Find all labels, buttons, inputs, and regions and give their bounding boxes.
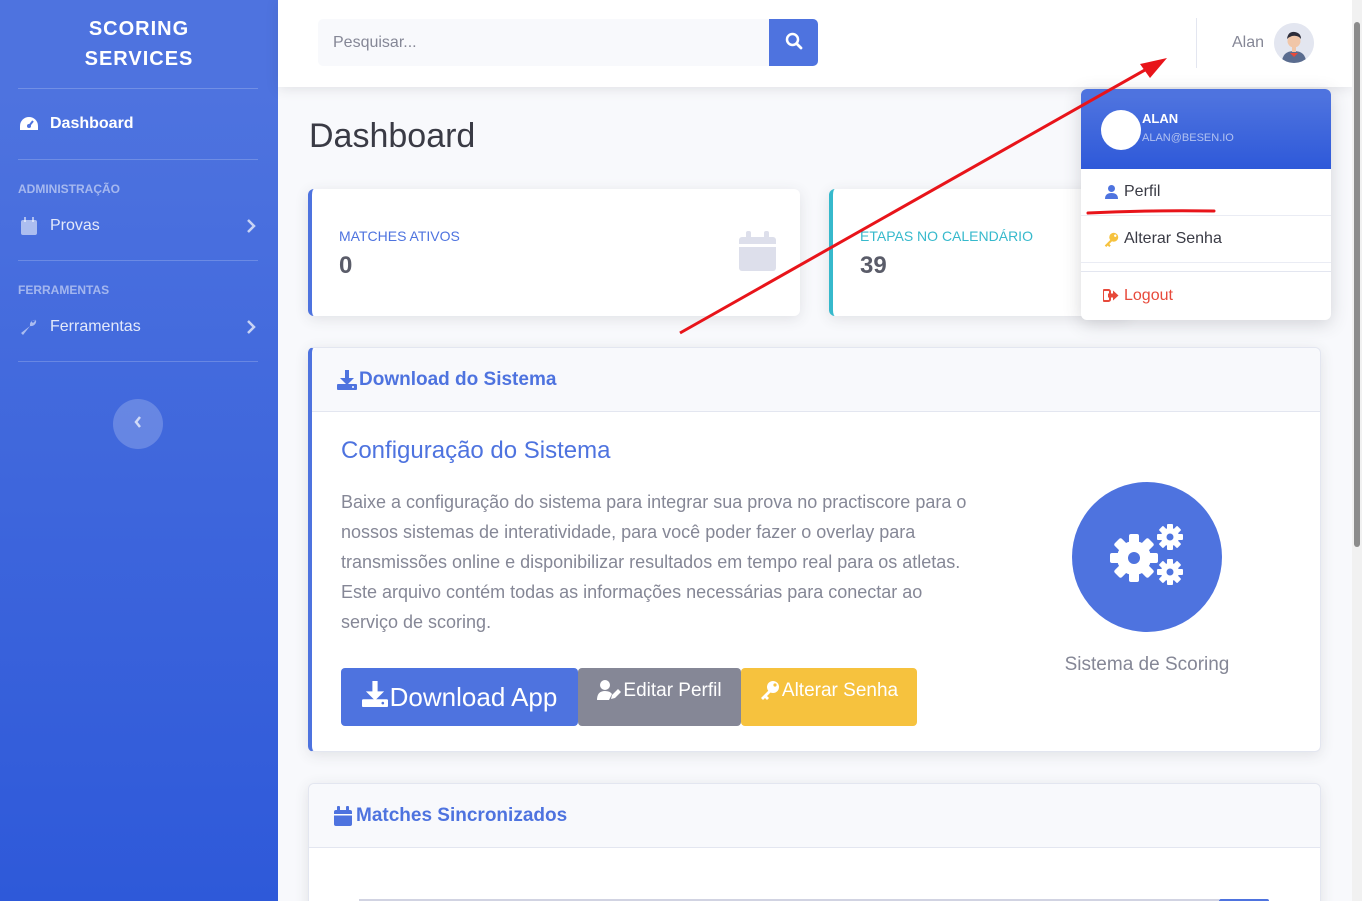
key-icon [760,680,780,706]
button-label: Editar Perfil [623,680,722,701]
matches-card: Matches Sincronizados [308,783,1321,901]
user-dropdown: ALAN ALAN@BESEN.IO Perfil Alterar Senha … [1081,89,1331,320]
sidebar-item-label: Ferramentas [50,318,141,335]
dropdown-user-name: ALAN [1142,111,1179,126]
dropdown-divider [1081,263,1331,272]
button-label: Alterar Senha [781,680,899,701]
sidebar-item-label: Provas [50,217,100,234]
calendar-icon [18,216,40,236]
stat-value: 39 [860,252,887,279]
dropdown-item-perfil[interactable]: Perfil [1081,169,1331,216]
page-title: Dashboard [309,117,476,155]
download-icon [361,680,388,714]
topbar: Alan [278,0,1352,87]
search-icon [785,32,803,53]
stat-label: MATCHES ATIVOS [339,228,460,244]
sidebar-heading-tools: FERRAMENTAS [18,283,110,297]
config-title: Configuração do Sistema [341,437,611,464]
sidebar-toggle-button[interactable] [113,399,163,449]
key-icon [1103,232,1119,247]
user-menu-toggle[interactable]: Alan [1232,22,1315,64]
dropdown-item-label: Perfil [1124,183,1161,200]
scoring-system-label: Sistema de Scoring [1064,654,1230,675]
sidebar-item-label: Dashboard [50,115,134,132]
chevron-right-icon [246,320,258,334]
chevron-right-icon [246,219,258,233]
cogs-icon [1107,522,1187,593]
dropdown-item-alterar-senha[interactable]: Alterar Senha [1081,216,1331,263]
button-label: Download App [389,681,558,712]
dropdown-item-label: Alterar Senha [1124,230,1222,247]
download-icon [337,369,357,390]
card-header: Matches Sincronizados [309,784,1320,848]
card-header: Download do Sistema [312,348,1320,412]
stat-label: ETAPAS NO CALENDÁRIO [860,228,1033,244]
scrollbar-thumb[interactable] [1354,22,1360,547]
scoring-system-badge [1072,482,1222,632]
config-description: Baixe a configuração do sistema para int… [341,492,967,632]
brand[interactable]: SCORING SERVICES [0,0,278,88]
stat-card-matches: MATCHES ATIVOS 0 [308,189,800,316]
search-input[interactable] [318,19,769,66]
stat-value: 0 [339,252,353,279]
change-password-button[interactable]: Alterar Senha [741,668,917,726]
sidebar-item-ferramentas[interactable]: Ferramentas [0,301,278,353]
brand-line-2: SERVICES [84,48,194,70]
sidebar: SCORING SERVICES Dashboard ADMINISTRAÇÃO… [0,0,278,901]
avatar [1274,23,1315,63]
dropdown-user-email: ALAN@BESEN.IO [1142,132,1234,144]
sign-out-icon [1103,289,1119,302]
chevron-left-icon [133,415,143,434]
download-card: Download do Sistema Configuração do Sist… [308,347,1321,752]
user-name: Alan [1232,34,1265,51]
tachometer-icon [18,114,40,134]
user-icon [1103,185,1119,199]
sidebar-item-dashboard[interactable]: Dashboard [0,89,278,159]
topbar-divider [1196,18,1197,68]
search-bar [318,19,818,66]
search-button[interactable] [769,19,818,66]
edit-profile-button[interactable]: Editar Perfil [578,668,741,726]
sidebar-item-provas[interactable]: Provas [0,200,278,252]
dropdown-header: ALAN ALAN@BESEN.IO [1081,89,1331,169]
sidebar-divider [18,361,258,362]
user-edit-icon [597,680,622,706]
sidebar-heading-admin: ADMINISTRAÇÃO [18,182,120,196]
calendar-icon [739,231,776,276]
avatar [1101,110,1141,150]
wrench-icon [18,317,40,337]
calendar-icon [334,805,352,826]
brand-line-1: SCORING [88,18,190,40]
scrollbar[interactable] [1352,0,1362,901]
dropdown-item-label: Logout [1124,286,1173,304]
dropdown-item-logout[interactable]: Logout [1081,272,1331,319]
download-app-button[interactable]: Download App [341,668,578,726]
card-header-title: Matches Sincronizados [356,804,568,826]
card-header-title: Download do Sistema [359,368,557,390]
